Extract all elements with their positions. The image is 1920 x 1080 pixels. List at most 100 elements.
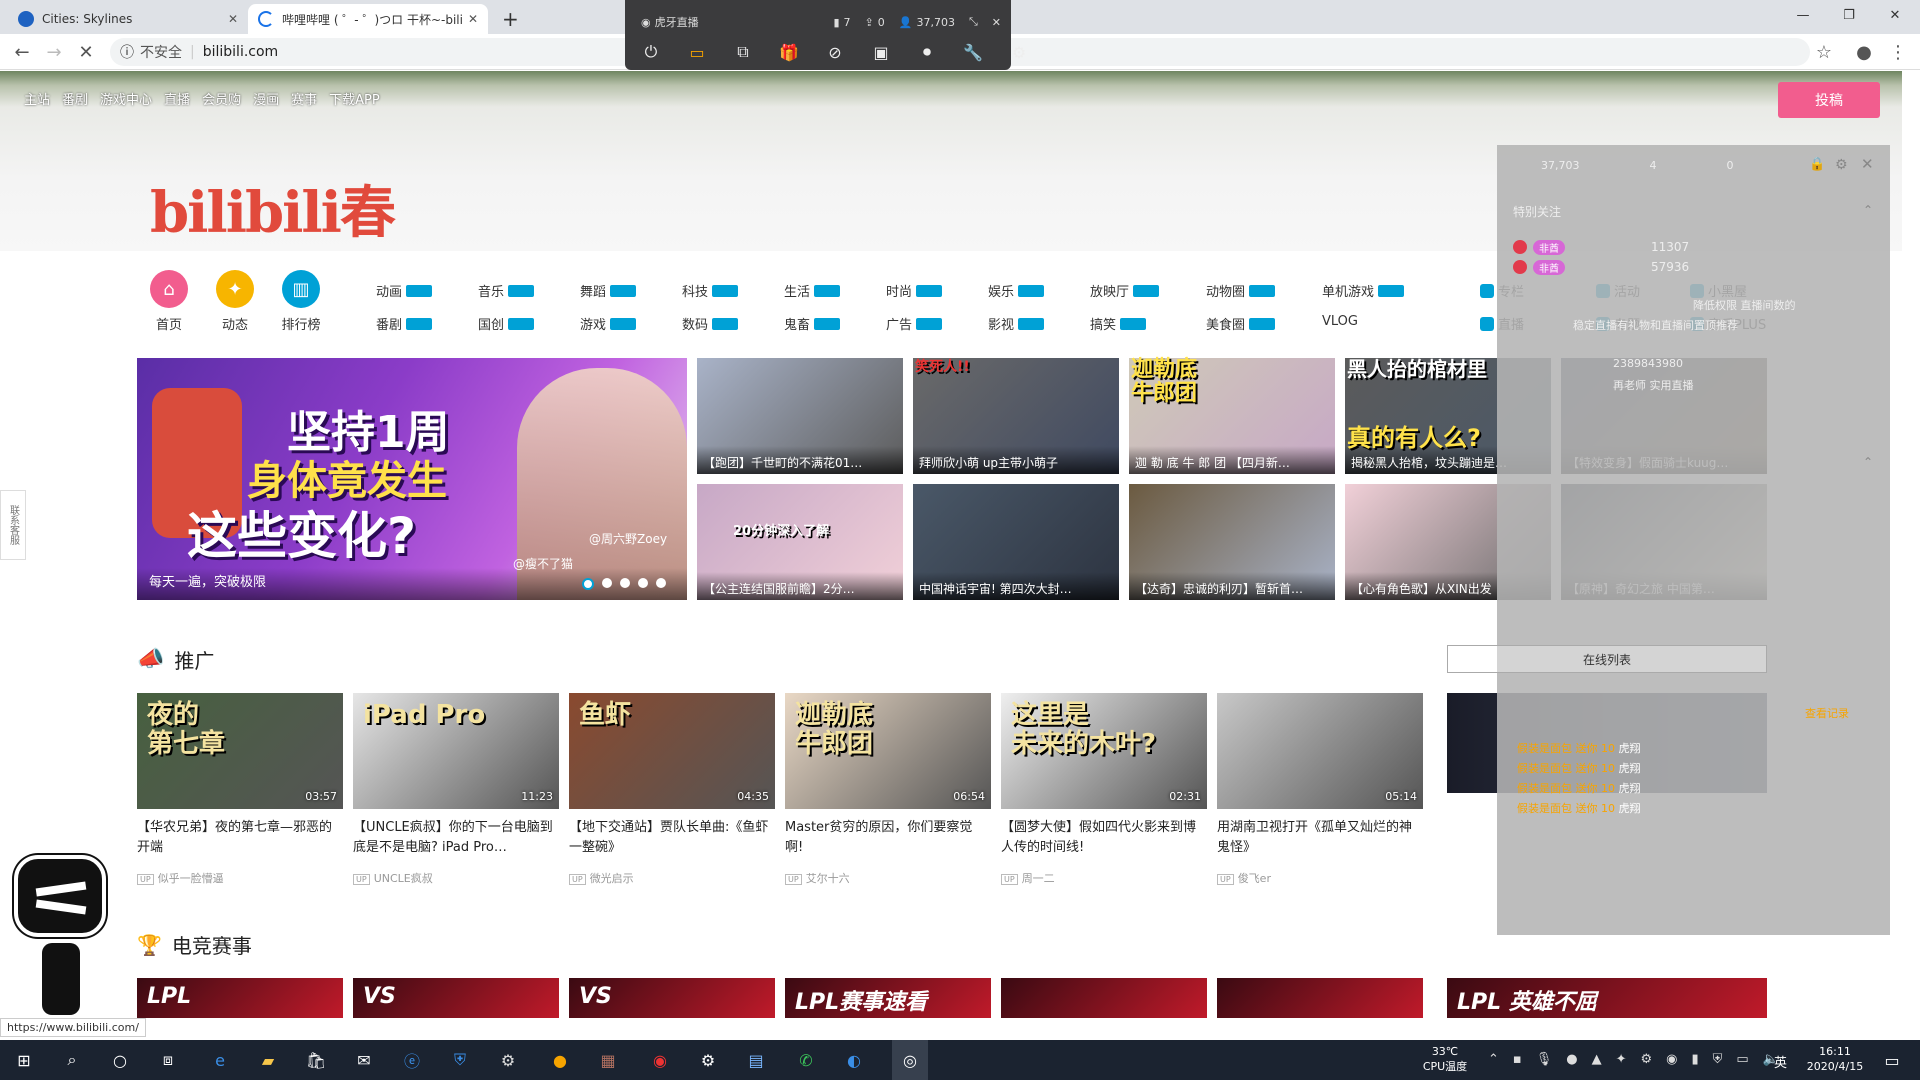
chevron-up-icon[interactable]: ⌃ [1863,455,1873,469]
promo-title[interactable]: 【地下交通站】贾队长单曲:《鱼虾一整碗》 [569,818,774,858]
nav-esports[interactable]: 赛事 [291,89,317,108]
window-icon[interactable]: ▤ [744,1048,768,1072]
shield-icon[interactable]: ⛨ [448,1048,472,1072]
power-icon[interactable]: ⏻ [641,42,661,62]
promo-thumbnail[interactable]: 夜的 第七章 03:57 [137,693,343,809]
back-button[interactable]: ← [10,40,34,64]
chevron-up-icon[interactable]: ⌃ [1488,1052,1499,1067]
promo-thumbnail[interactable]: 05:14 [1217,693,1423,809]
game-icon[interactable]: ▦ [596,1048,620,1072]
stop-button[interactable]: ✕ [74,40,98,64]
windows-start-icon[interactable]: ⊞ [12,1048,36,1072]
esports-thumbnail[interactable]: LPL赛事速看 [785,978,991,1018]
menu-icon[interactable]: ⋮ [1886,40,1910,64]
channel-link[interactable]: 动画 [376,281,433,300]
danmaku-icon[interactable]: ▭ [687,42,707,62]
promo-thumbnail[interactable]: 迦勒底 牛郎团 06:54 [785,693,991,809]
featured-video[interactable]: 【达奇】忠诚的利刃】暂斩首… [1129,484,1335,600]
promo-uploader[interactable]: UP UNCLE疯叔 [353,870,433,886]
view-records-link[interactable]: 查看记录 [1805,705,1849,721]
new-tab-button[interactable]: + [492,4,526,34]
nav-shop[interactable]: 会员购 [202,89,241,108]
nav-game-center[interactable]: 游戏中心 [100,89,152,108]
featured-video[interactable]: 【公主连结国服前瞻】2分… [697,484,903,600]
ime-indicator[interactable]: 英 [1774,1052,1787,1071]
quick-ranking[interactable]: ▥ 排行榜 [273,270,329,333]
mute-icon[interactable]: ⊘ [825,42,845,62]
bookmark-star-icon[interactable]: ☆ [1812,40,1836,64]
nav-manga[interactable]: 漫画 [253,89,279,108]
carousel-dot[interactable] [602,578,612,588]
search-icon[interactable]: ⌕ [60,1048,84,1072]
promo-uploader[interactable]: UP 俊飞er [1217,870,1271,886]
esports-thumbnail[interactable]: LPL [137,978,343,1018]
restore-button[interactable]: ❐ [1826,0,1872,30]
tray-app-icon[interactable]: ● [1566,1052,1577,1067]
promo-uploader[interactable]: UP 周一二 [1001,870,1055,886]
nav-bangumi[interactable]: 番剧 [62,89,88,108]
screenshot-icon[interactable]: ⧉ [733,42,753,62]
bilibili-logo[interactable]: bilibili春 [150,168,396,249]
carousel-dot[interactable] [620,578,630,588]
tray-app-icon[interactable]: ▪ [1513,1052,1522,1067]
quick-home[interactable]: ⌂ 首页 [141,270,197,333]
record-tray-icon[interactable]: ◉ [1666,1052,1677,1067]
channel-link[interactable]: 科技 [682,281,739,300]
close-icon[interactable]: ✕ [468,12,478,26]
channel-link[interactable]: 影视 [988,314,1045,333]
shield-icon[interactable]: ⛨ [1713,1052,1723,1067]
promo-title[interactable]: 用湖南卫视打开《孤单又灿烂的神 鬼怪》 [1217,818,1422,858]
channel-link[interactable]: 娱乐 [988,281,1045,300]
promo-title[interactable]: Master贫穷的原因，你们要察觉啊! [785,818,990,858]
gift-icon[interactable]: 🎁 [779,42,799,62]
settings-icon[interactable]: ⚙ [1009,42,1029,62]
steam-icon[interactable]: ⚙ [496,1048,520,1072]
channel-link[interactable]: 动物圈 [1206,281,1276,300]
nav-home[interactable]: 主站 [24,89,50,108]
camera-icon[interactable]: ▣ [871,42,891,62]
channel-link[interactable]: 单机游戏 [1322,281,1405,300]
steam-tray-icon[interactable]: ⚙ [1640,1052,1652,1067]
huya-icon[interactable]: ● [548,1048,572,1072]
record-app-icon[interactable]: ◉ [648,1048,672,1072]
channel-link[interactable]: 数码 [682,314,739,333]
settings-icon[interactable]: ⚙ [696,1048,720,1072]
channel-link[interactable]: 鬼畜 [784,314,841,333]
promo-title[interactable]: 【圆梦大使】假如四代火影来到博人传的时间线! [1001,818,1206,858]
channel-link[interactable]: 搞笑 [1090,314,1147,333]
gear-icon[interactable]: ⚙ [1835,157,1848,173]
promo-thumbnail[interactable]: iPad Pro 11:23 [353,693,559,809]
esports-thumbnail[interactable]: LPL 英雄不屈 [1447,978,1767,1018]
esports-thumbnail[interactable]: VS [353,978,559,1018]
promo-uploader[interactable]: UP 似乎一脸懵逼 [137,870,224,886]
close-icon[interactable]: ✕ [1861,155,1874,173]
carousel-dot[interactable] [582,578,594,590]
quick-dynamic[interactable]: ✦ 动态 [207,270,263,333]
promo-thumbnail[interactable]: 鱼虾 04:35 [569,693,775,809]
upload-button[interactable]: 投稿 [1778,82,1880,118]
tab-cities-skylines[interactable]: Cities: Skylines ✕ [8,4,248,34]
channel-link[interactable]: 国创 [478,314,535,333]
channel-link[interactable]: 放映厅 [1090,281,1160,300]
nav-download-app[interactable]: 下载APP [329,89,380,108]
folder-icon[interactable]: ▰ [256,1048,280,1072]
close-window-button[interactable]: ✕ [1872,0,1918,30]
lock-icon[interactable]: 🔒 [1809,157,1825,172]
online-list-button[interactable]: 在线列表 [1447,645,1767,673]
tab-bilibili[interactable]: 哔哩哔哩 ( ゜- ゜)つロ 干杯~-bili ✕ [248,4,488,34]
channel-link[interactable]: 番剧 [376,314,433,333]
chevron-up-icon[interactable]: ⌃ [1863,203,1873,217]
forward-button[interactable]: → [42,40,66,64]
carousel-dot[interactable] [656,578,666,588]
featured-video[interactable]: 【跑团】千世町的不满花01… [697,358,903,474]
tray-app-icon[interactable]: ▲ [1592,1052,1602,1067]
close-icon[interactable]: ✕ [992,16,1001,29]
minimize-button[interactable]: — [1780,0,1826,30]
esports-thumbnail[interactable] [1001,978,1207,1018]
edge-icon[interactable]: e [208,1048,232,1072]
channel-link[interactable]: 游戏 [580,314,637,333]
esports-thumbnail[interactable]: VS [569,978,775,1018]
app-icon[interactable]: ◐ [842,1048,866,1072]
channel-link[interactable]: 广告 [886,314,943,333]
banner-carousel[interactable]: 坚持1周 身体竟发生 这些变化? @周六野Zoey @瘦不了猫 每天一遍，突破极… [137,358,687,600]
